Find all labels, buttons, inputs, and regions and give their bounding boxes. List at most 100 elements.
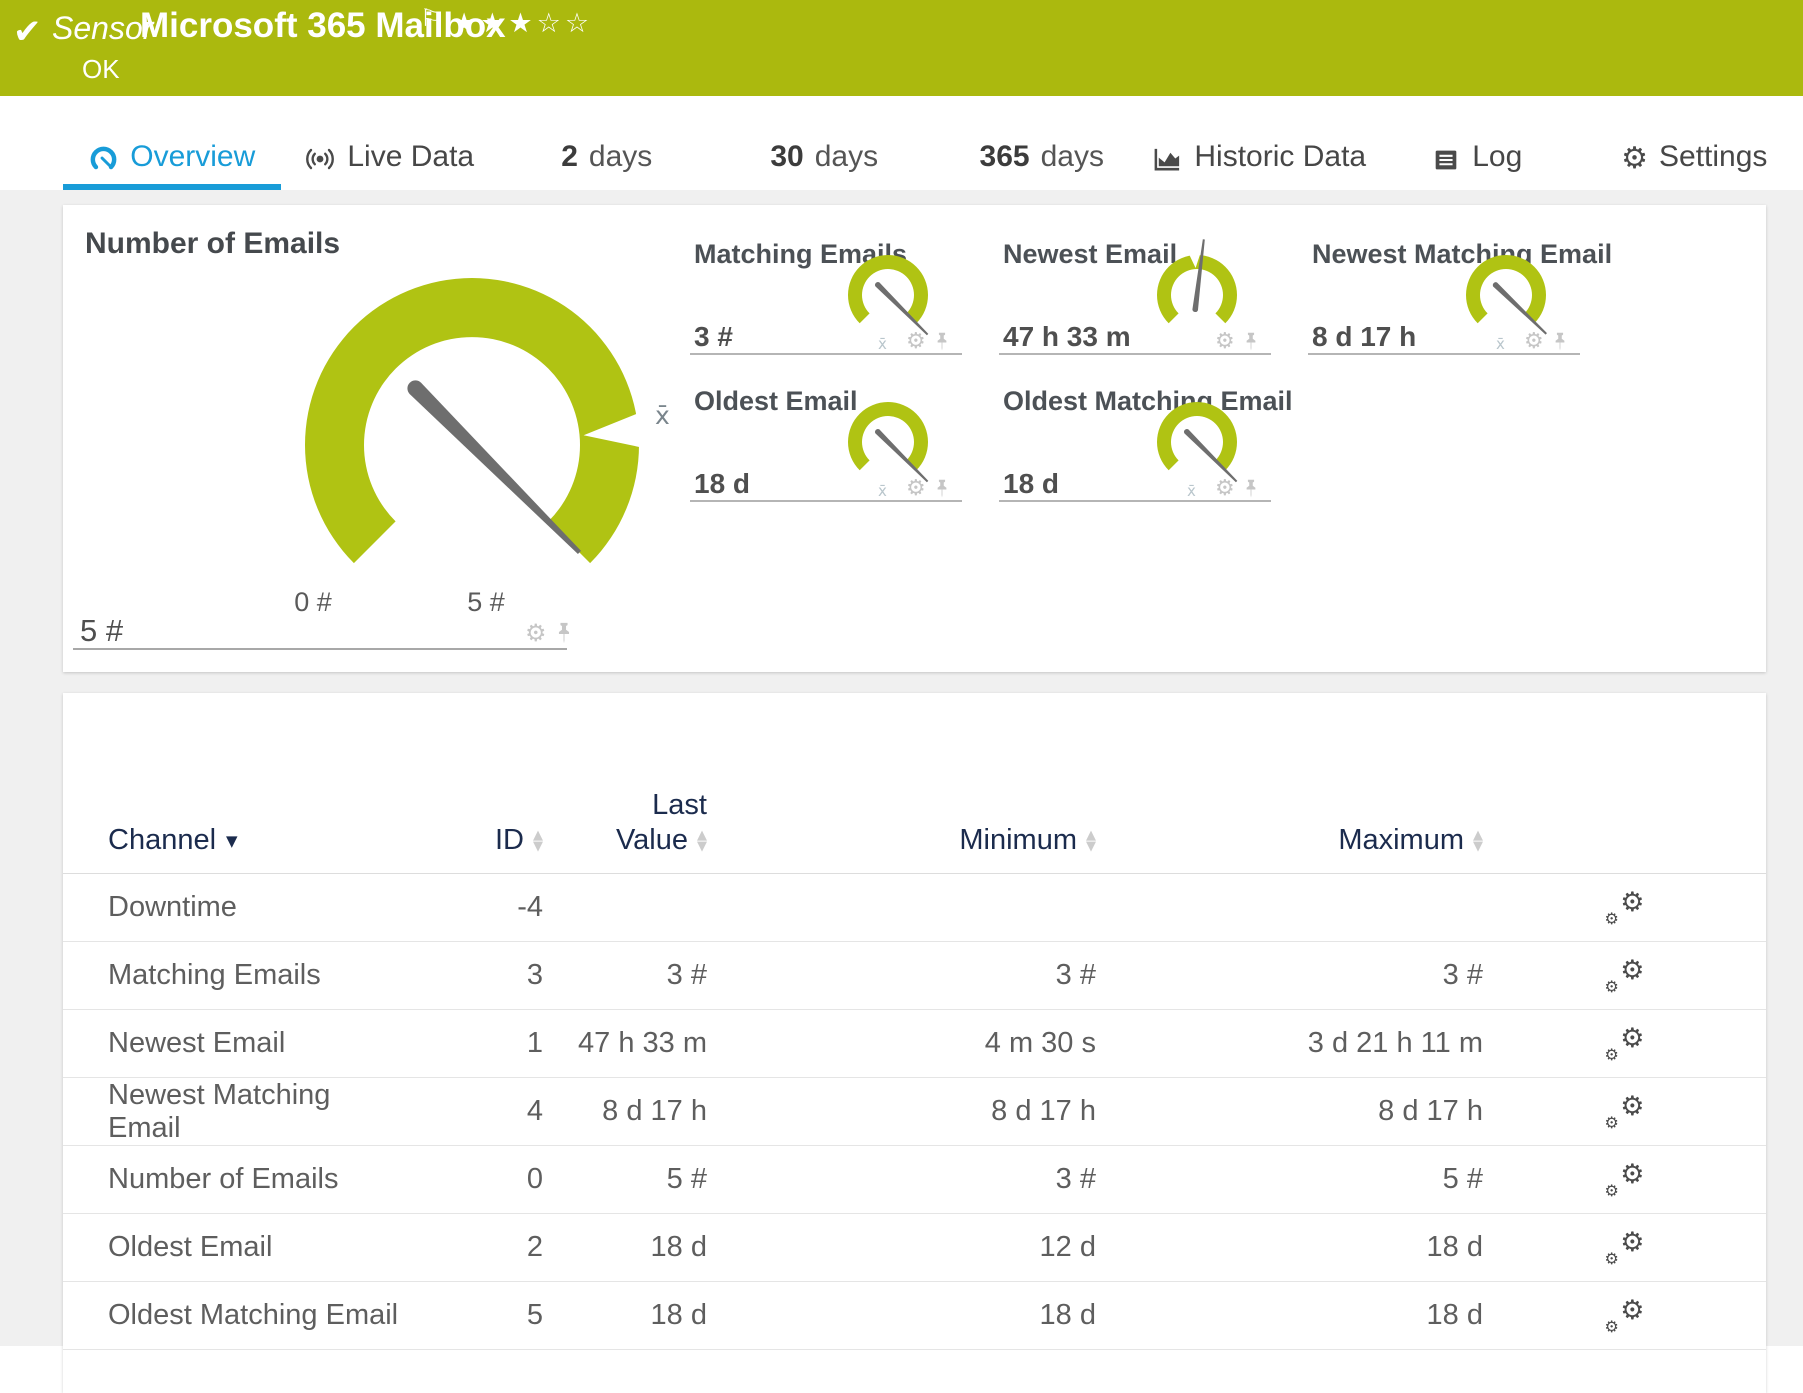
channel-settings-gear-icon[interactable]: ⚙⚙: [1605, 890, 1645, 926]
gauge-max-label: 5 #: [446, 587, 526, 618]
gauge-tile-newest-matching-email: Newest Matching Email 8 d 17 h x̄ ⚙: [1308, 235, 1580, 355]
channel-settings-gear-icon[interactable]: ⚙⚙: [1605, 1298, 1645, 1334]
tile-value: 3 #: [694, 321, 733, 353]
channel-table-panel: Channel ▼ ID ▲▼ Last Value ▲▼ Minimum ▲▼ Max…: [63, 693, 1766, 1393]
table-row-oldest-matching-email: Oldest Matching Email 5 18 d 18 d 18 d ⚙…: [63, 1282, 1766, 1350]
tab-log[interactable]: Log: [1368, 96, 1586, 190]
column-header-minimum[interactable]: Minimum ▲▼: [707, 824, 1096, 857]
tab-historic-data[interactable]: Historic Data: [1151, 96, 1369, 190]
cell-minimum: 12 d: [707, 1231, 1096, 1264]
column-label: Last: [543, 789, 707, 822]
column-label: ID: [495, 824, 524, 856]
tab-bar: Overview Live Data 2 days 30 days 365 da…: [63, 96, 1803, 190]
channel-gear-icon[interactable]: ⚙: [1524, 331, 1544, 353]
tab-overview[interactable]: Overview: [63, 96, 281, 190]
gauge-tile-matching-emails: Matching Emails 3 # x̄ ⚙: [690, 235, 962, 355]
sort-carets-icon[interactable]: ▲▼: [1086, 830, 1096, 852]
channel-gear-icon[interactable]: ⚙: [906, 331, 926, 353]
tab-live-data[interactable]: Live Data: [281, 96, 499, 190]
channel-gear-icon[interactable]: ⚙: [1215, 478, 1235, 500]
pin-icon[interactable]: [1552, 332, 1568, 352]
cell-id: 3: [408, 959, 543, 992]
tab-365-days[interactable]: 365 days: [933, 96, 1151, 190]
tab-settings[interactable]: ⚙ Settings: [1586, 96, 1803, 190]
cell-minimum: 18 d: [707, 1299, 1096, 1332]
channel-settings-gear-icon[interactable]: ⚙⚙: [1605, 958, 1645, 994]
cell-channel: Number of Emails: [108, 1163, 408, 1196]
cell-last-value: 18 d: [543, 1231, 707, 1264]
cell-id: 4: [408, 1095, 543, 1128]
cell-id: 2: [408, 1231, 543, 1264]
tab-number: 30: [770, 140, 803, 174]
channel-gear-icon[interactable]: ⚙: [906, 478, 926, 500]
mean-marker: x̄: [1496, 335, 1505, 353]
gauge-tile-oldest-email: Oldest Email 18 d x̄ ⚙: [690, 382, 962, 502]
cell-last-value: 3 #: [543, 959, 707, 992]
column-header-id[interactable]: ID ▲▼: [408, 824, 543, 857]
tab-unit: days: [1041, 140, 1104, 174]
divider: [73, 648, 567, 650]
pin-icon[interactable]: [555, 622, 573, 645]
tab-2-days[interactable]: 2 days: [498, 96, 716, 190]
gauge-tile-oldest-matching-email: Oldest Matching Email 18 d x̄ ⚙: [999, 382, 1271, 502]
cell-minimum: 4 m 30 s: [707, 1027, 1096, 1060]
cell-channel: Newest Email: [108, 1027, 408, 1060]
cell-minimum: 3 #: [707, 959, 1096, 992]
column-label: Maximum: [1338, 824, 1464, 856]
table-row-number-of-emails: Number of Emails 0 5 # 3 # 5 # ⚙⚙: [63, 1146, 1766, 1214]
cell-maximum: 18 d: [1096, 1231, 1483, 1264]
channel-gear-icon[interactable]: ⚙: [1215, 331, 1235, 353]
pin-icon[interactable]: [1243, 332, 1259, 352]
gauge-icon: [88, 144, 119, 174]
column-header-last-value[interactable]: Last Value ▲▼: [543, 789, 707, 857]
sensor-status: OK: [82, 54, 120, 85]
cell-minimum: 3 #: [707, 1163, 1096, 1196]
mean-marker: x̄: [655, 401, 670, 430]
column-label: Channel: [108, 824, 216, 856]
channel-settings-gear-icon[interactable]: ⚙⚙: [1605, 1094, 1645, 1130]
cell-maximum: 8 d 17 h: [1096, 1095, 1483, 1128]
tab-label: Live Data: [347, 140, 474, 174]
flag-icon[interactable]: ⚐: [420, 4, 442, 32]
cell-channel: Matching Emails: [108, 959, 408, 992]
cell-maximum: 5 #: [1096, 1163, 1483, 1196]
tab-30-days[interactable]: 30 days: [716, 96, 934, 190]
tab-number: 2: [561, 140, 578, 174]
stars-filled[interactable]: ★★★: [452, 8, 537, 39]
tab-label: Log: [1472, 140, 1522, 174]
sensor-header: ✔ Sensor Microsoft 365 Mailbox ⚐ ★★★☆☆ O…: [0, 0, 1803, 96]
column-label: Value: [616, 824, 688, 856]
tab-number: 365: [980, 140, 1030, 174]
stars-empty[interactable]: ☆☆: [537, 8, 593, 39]
column-header-maximum[interactable]: Maximum ▲▼: [1096, 824, 1483, 857]
table-row-oldest-email: Oldest Email 2 18 d 12 d 18 d ⚙⚙: [63, 1214, 1766, 1282]
sort-carets-icon[interactable]: ▲▼: [533, 830, 543, 852]
pin-icon[interactable]: [934, 479, 950, 499]
table-header-row: Channel ▼ ID ▲▼ Last Value ▲▼ Minimum ▲▼ Max…: [63, 693, 1766, 873]
channel-settings-gear-icon[interactable]: ⚙⚙: [1605, 1230, 1645, 1266]
object-kind-label: Sensor: [52, 10, 153, 47]
mean-marker: x̄: [878, 482, 887, 500]
cell-last-value: 5 #: [543, 1163, 707, 1196]
cell-id: 1: [408, 1027, 543, 1060]
priority-star-rating[interactable]: ★★★☆☆: [452, 8, 593, 39]
channel-settings-gear-icon[interactable]: ⚙⚙: [1605, 1026, 1645, 1062]
cell-channel: Newest Matching Email: [108, 1079, 408, 1145]
table-row-newest-matching-email: Newest Matching Email 4 8 d 17 h 8 d 17 …: [63, 1078, 1766, 1146]
cell-last-value: 47 h 33 m: [543, 1027, 707, 1060]
pin-icon[interactable]: [934, 332, 950, 352]
cell-minimum: 8 d 17 h: [707, 1095, 1096, 1128]
cell-last-value: 8 d 17 h: [543, 1095, 707, 1128]
gauge-needle: [404, 377, 585, 558]
sort-active-caret-icon: ▼: [226, 832, 238, 850]
column-label: Minimum: [959, 824, 1077, 856]
channel-settings-gear-icon[interactable]: ⚙⚙: [1605, 1162, 1645, 1198]
sort-carets-icon[interactable]: ▲▼: [1473, 830, 1483, 852]
column-header-channel[interactable]: Channel ▼: [108, 824, 408, 857]
cell-id: -4: [408, 891, 543, 924]
status-ok-check-icon: ✔: [13, 12, 42, 52]
gauges-panel: Number of Emails x̄ 0 # 5 # 5 # ⚙ Matchi…: [63, 205, 1766, 672]
channel-gear-icon[interactable]: ⚙: [525, 621, 547, 645]
sort-carets-icon[interactable]: ▲▼: [697, 830, 707, 852]
pin-icon[interactable]: [1243, 479, 1259, 499]
